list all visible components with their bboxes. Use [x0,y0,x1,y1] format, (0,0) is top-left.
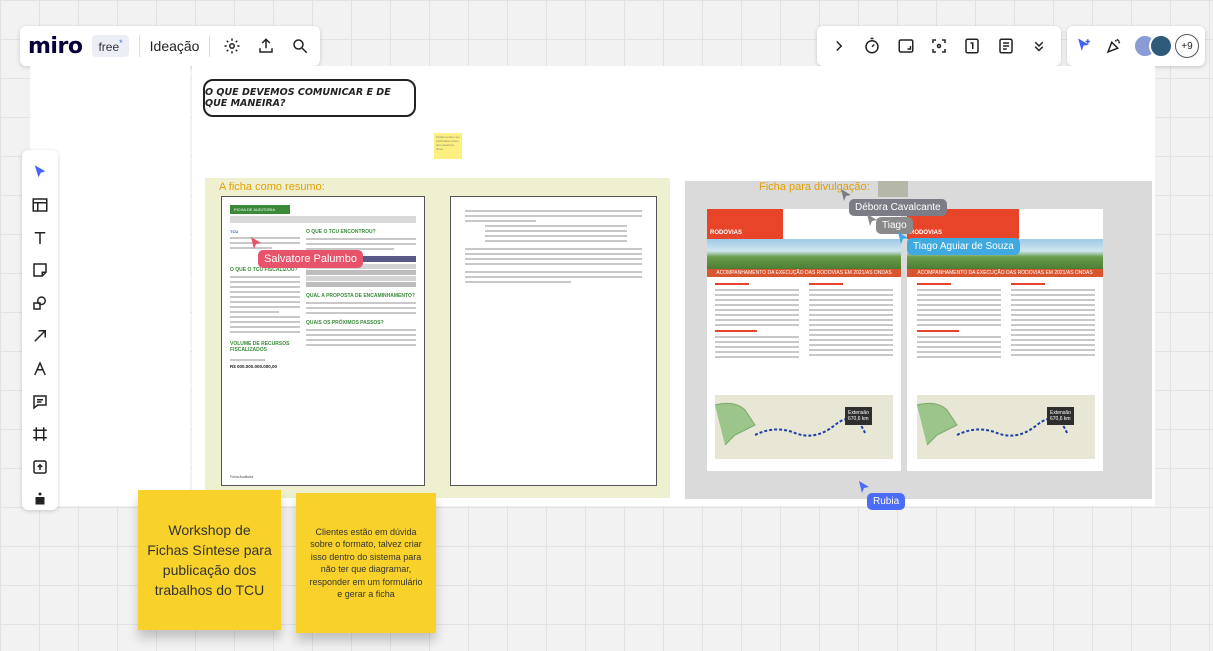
more-apps-icon[interactable] [29,490,51,510]
notes-icon[interactable] [994,34,1017,58]
share-upload-icon[interactable] [254,34,278,58]
mini-sticky-note[interactable]: Fichas podem ser publicadas antes dos re… [434,133,462,159]
brochure-strip: ACOMPANHAMENTO DA EXECUÇÃO DAS RODOVIAS … [907,269,1103,277]
connector-arrow-icon[interactable] [29,326,51,346]
present-icon[interactable] [894,34,917,58]
cursor-reaction-icon[interactable] [1073,34,1095,58]
select-tool-icon[interactable] [29,162,51,182]
settings-icon[interactable] [220,34,244,58]
collaborator-avatars[interactable]: +9 [1133,34,1199,58]
cursor-label: Débora Cavalcante [849,199,947,216]
upload-icon[interactable] [29,457,51,477]
cursor-label: Rubia [867,493,906,510]
text-tool-icon[interactable] [29,228,51,248]
sticky-note-workshop[interactable]: Workshop de Fichas Síntese para publicaç… [138,490,281,630]
route-line [916,402,1068,446]
text-document[interactable] [450,196,657,486]
heading-volume: VOLUME DE RECURSOS FISCALIZADOS [230,341,290,353]
board-name[interactable]: Ideação [150,38,200,54]
miro-logo[interactable]: miro [28,34,83,59]
brochure-section-box: RODOVIAS [707,209,783,239]
sheet-header-bar [230,216,416,223]
divider [209,35,211,57]
section-label: Ficha para divulgação: [759,181,870,193]
volume-value: R$ 000.000.000.000,00 [230,364,278,369]
avatar[interactable] [1149,34,1173,58]
summary-section[interactable]: A ficha como resumo: FICHA DE AUDITORIA … [205,178,670,498]
divider [138,35,140,57]
heading-proposta: QUAL A PROPOSTA DE ENCAMINHAMENTO? [306,293,415,299]
creation-toolbar [22,150,58,510]
road-photo [707,239,901,269]
more-collaborators-count[interactable]: +9 [1175,34,1199,58]
dissemination-section[interactable]: Ficha para divulgação: RODOVIAS ACOMPANH… [685,181,1152,499]
plan-badge[interactable]: free* [92,35,129,57]
more-chevrons-icon[interactable] [1028,34,1051,58]
grey-marker-note[interactable] [878,181,908,197]
focus-icon[interactable] [927,34,950,58]
map-extension-tag: Extensão 670,6 km [1047,407,1074,425]
frame-heading[interactable]: O QUE DEVEMOS COMUNICAR E DE QUE MANEIRA… [203,79,416,117]
celebrate-icon[interactable] [1103,34,1125,58]
map-extension-tag: Extensão 670,6 km [845,407,872,425]
shapes-icon[interactable] [29,293,51,313]
board-header: miro free* Ideação [20,26,320,66]
voting-icon[interactable] [961,34,984,58]
route-map: Extensão 670,6 km [916,395,1095,459]
templates-icon[interactable] [29,195,51,215]
heading-encontrou: O QUE O TCU ENCONTROU? [306,229,376,235]
brochure-strip: ACOMPANHAMENTO DA EXECUÇÃO DAS RODOVIAS … [707,269,901,277]
cursor-label: Salvatore Palumbo [258,250,363,268]
heading-proximos-passos: QUAIS OS PRÓXIMOS PASSOS? [306,320,384,326]
cursor-label: Tiago Aguiar de Souza [907,238,1020,255]
frame-tool-icon[interactable] [29,425,51,445]
cursor-pointer-icon [859,481,869,493]
route-map: Extensão 670,6 km [714,395,893,459]
route-line [714,402,866,446]
sheet-banner: FICHA DE AUDITORIA [230,205,290,214]
timer-icon[interactable] [860,34,883,58]
sheet-footer: Ficha Auditoria [230,475,254,479]
pen-tool-icon[interactable] [29,359,51,379]
sticky-note-icon[interactable] [29,260,51,280]
section-label: A ficha como resumo: [219,181,325,193]
search-icon[interactable] [288,34,312,58]
comment-icon[interactable] [29,392,51,412]
cursor-pointer-icon [251,237,261,249]
collaboration-bar: +9 [1067,26,1205,66]
board-tools-bar [817,26,1061,66]
tcu-logo: TCU [230,229,239,234]
brochure-page[interactable]: RODOVIAS ACOMPANHAMENTO DA EXECUÇÃO DAS … [707,209,901,471]
chevron-right-icon[interactable] [827,34,850,58]
sticky-note-clients[interactable]: Clientes estão em dúvida sobre o formato… [296,493,436,633]
